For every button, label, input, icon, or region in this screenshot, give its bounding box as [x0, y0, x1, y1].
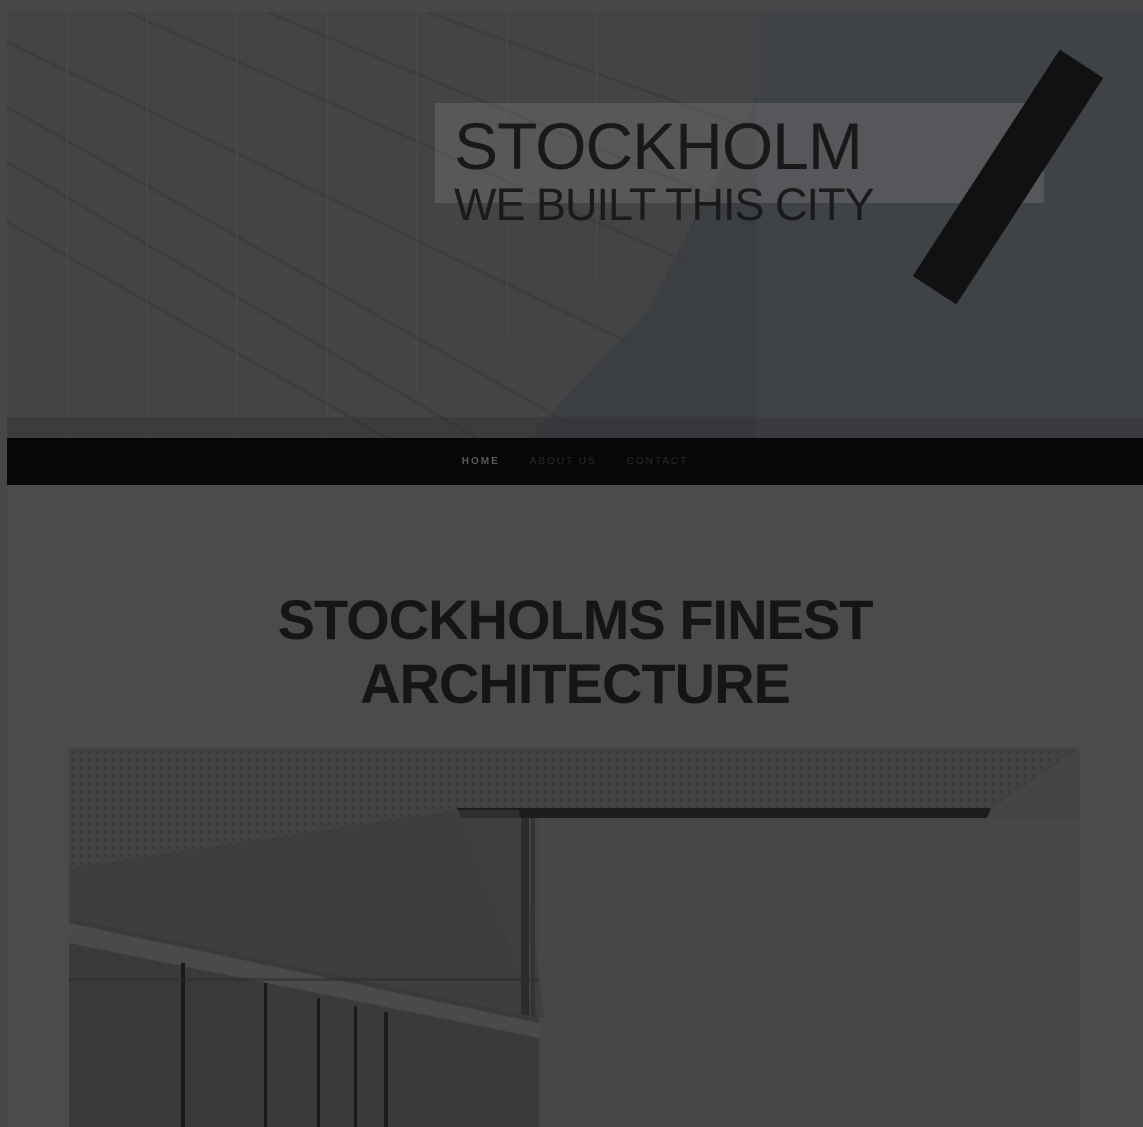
- nav-link-contact[interactable]: CONTACT: [627, 456, 689, 467]
- nav-link-about-us[interactable]: ABOUT US: [530, 456, 597, 467]
- architecture-photo: [69, 748, 1080, 1127]
- hero-subtitle: WE BUILT THIS CITY: [454, 179, 875, 230]
- hero-banner: STOCKHOLM WE BUILT THIS CITY: [7, 12, 1143, 438]
- section-heading-line-2: ARCHITECTURE: [360, 652, 791, 715]
- section-heading-line-1: STOCKHOLMS FINEST: [277, 588, 874, 651]
- nav-link-home[interactable]: HOME: [462, 456, 500, 467]
- main-navigation: HOME ABOUT US CONTACT: [7, 438, 1143, 485]
- section-heading: STOCKHOLMS FINEST ARCHITECTURE: [7, 588, 1143, 716]
- hero-title: STOCKHOLM: [454, 109, 863, 183]
- architecture-photo-graphic: [69, 748, 1080, 1127]
- page-frame: STOCKHOLM WE BUILT THIS CITY HOME ABOUT …: [7, 12, 1143, 1127]
